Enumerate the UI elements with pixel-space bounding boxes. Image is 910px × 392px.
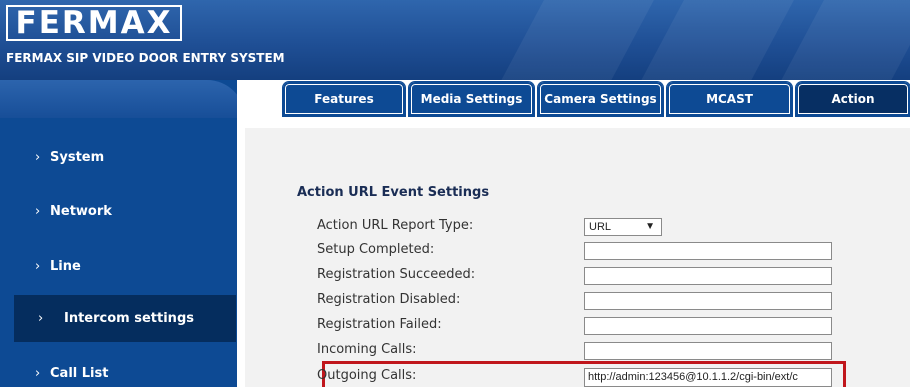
sidebar-item-intercom-settings[interactable]: › Intercom settings — [14, 295, 236, 342]
sidebar-item-label: Network — [50, 204, 112, 219]
sidebar-item-label: Intercom settings — [64, 311, 194, 326]
registration-disabled-input[interactable] — [584, 292, 832, 310]
setup-completed-input[interactable] — [584, 242, 832, 260]
header-decoration — [490, 0, 660, 80]
incoming-calls-label: Incoming Calls: — [317, 342, 417, 357]
incoming-calls-input[interactable] — [584, 342, 832, 360]
section-title: Action URL Event Settings — [297, 185, 490, 200]
registration-disabled-label: Registration Disabled: — [317, 292, 461, 307]
outgoing-calls-input[interactable]: http://admin:123456@10.1.1.2/cgi-bin/ext… — [584, 368, 832, 387]
registration-failed-label: Registration Failed: — [317, 317, 442, 332]
sidebar-item-label: Line — [50, 259, 81, 274]
outgoing-calls-label: Outgoing Calls: — [317, 368, 417, 383]
registration-succeeded-input[interactable] — [584, 267, 832, 285]
chevron-right-icon: › — [38, 311, 44, 326]
registration-failed-input[interactable] — [584, 317, 832, 335]
chevron-right-icon: › — [35, 150, 41, 165]
sidebar-item-line[interactable]: › Line — [0, 249, 237, 285]
setup-completed-label: Setup Completed: — [317, 242, 435, 257]
tab-media-settings[interactable]: Media Settings — [408, 81, 535, 117]
report-type-value: URL — [589, 221, 612, 233]
header-decoration — [770, 0, 910, 80]
report-type-select[interactable]: URL ▼ — [584, 218, 662, 236]
app-header: FERMAX FERMAX SIP VIDEO DOOR ENTRY SYSTE… — [0, 0, 910, 80]
tab-camera-settings[interactable]: Camera Settings — [537, 81, 664, 117]
chevron-down-icon: ▼ — [645, 221, 655, 232]
tab-action[interactable]: Action — [795, 81, 910, 117]
sidebar-item-network[interactable]: › Network — [0, 194, 237, 230]
system-title: FERMAX SIP VIDEO DOOR ENTRY SYSTEM — [6, 51, 285, 65]
registration-succeeded-label: Registration Succeeded: — [317, 267, 476, 282]
tab-mcast[interactable]: MCAST — [666, 81, 793, 117]
chevron-right-icon: › — [35, 259, 41, 274]
report-type-label: Action URL Report Type: — [317, 218, 474, 233]
fermax-logo: FERMAX — [6, 5, 182, 41]
sidebar-item-label: System — [50, 150, 105, 165]
sidebar-item-system[interactable]: › System — [0, 140, 237, 176]
header-decoration — [630, 0, 800, 80]
tab-features[interactable]: Features — [282, 81, 406, 117]
chevron-right-icon: › — [35, 204, 41, 219]
sidebar-top-curve — [0, 80, 245, 118]
